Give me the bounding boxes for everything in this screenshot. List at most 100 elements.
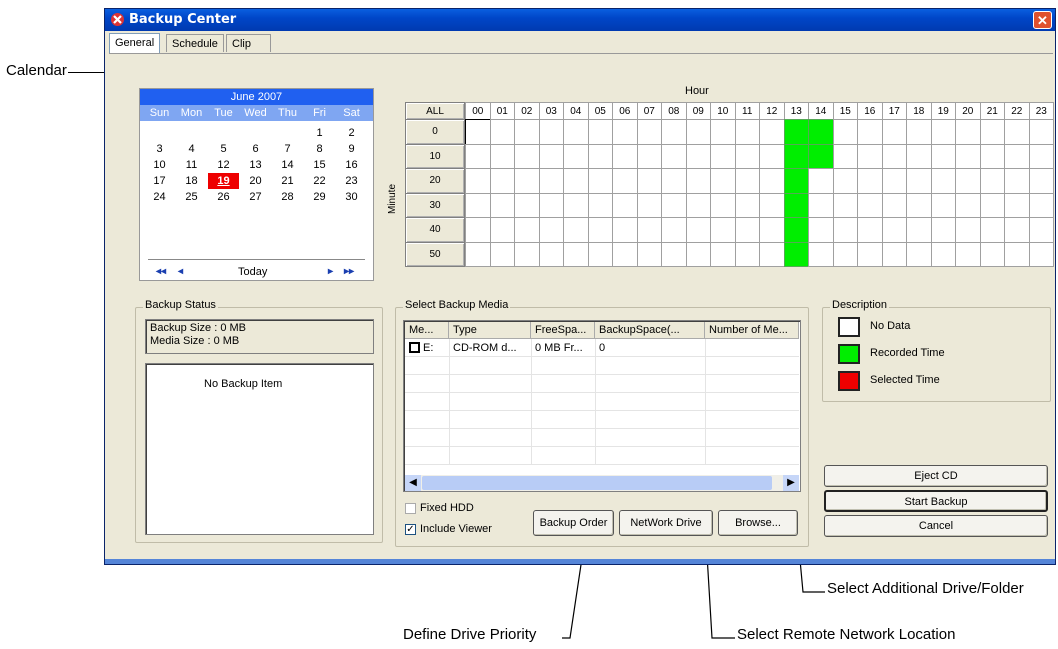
time-cell[interactable] [1004, 119, 1030, 145]
hour-header[interactable]: 19 [930, 102, 956, 120]
calendar-day[interactable]: 14 [272, 157, 303, 173]
time-cell[interactable] [832, 217, 858, 243]
time-cell[interactable] [783, 168, 809, 194]
time-cell[interactable] [465, 241, 491, 267]
browse-button[interactable]: Browse... [718, 510, 798, 536]
media-column-header[interactable]: Type [449, 322, 531, 338]
time-cell[interactable] [979, 143, 1005, 169]
time-cell[interactable] [612, 192, 638, 218]
calendar-day[interactable]: 15 [304, 157, 335, 173]
time-cell[interactable] [1028, 217, 1054, 243]
time-cell[interactable] [808, 192, 834, 218]
calendar-day[interactable]: 7 [272, 141, 303, 157]
time-cell[interactable] [1028, 143, 1054, 169]
calendar-day[interactable]: 30 [336, 189, 367, 205]
time-cell[interactable] [906, 168, 932, 194]
time-cell[interactable] [514, 119, 540, 145]
time-cell[interactable] [979, 192, 1005, 218]
media-listview[interactable]: Me... Type FreeSpa... BackupSpace(... Number… [403, 320, 801, 492]
time-cell[interactable] [881, 192, 907, 218]
time-cell[interactable] [489, 241, 515, 267]
time-cell[interactable] [710, 192, 736, 218]
minute-header[interactable]: 50 [405, 241, 465, 267]
include-viewer-checkbox[interactable]: ✓ [405, 524, 416, 535]
calendar-day[interactable]: 2 [336, 125, 367, 141]
time-cell[interactable] [587, 241, 613, 267]
time-cell[interactable] [661, 119, 687, 145]
time-cell[interactable] [930, 168, 956, 194]
hour-header[interactable]: 10 [710, 102, 736, 120]
hour-header[interactable]: 06 [612, 102, 638, 120]
time-cell[interactable] [783, 217, 809, 243]
today-button[interactable]: Today [238, 266, 267, 278]
time-cell[interactable] [538, 119, 564, 145]
hour-header[interactable]: 09 [685, 102, 711, 120]
time-cell[interactable] [759, 192, 785, 218]
hour-header[interactable]: 12 [759, 102, 785, 120]
media-column-header[interactable]: FreeSpa... [531, 322, 595, 338]
time-cell[interactable] [734, 241, 760, 267]
time-cell[interactable] [930, 192, 956, 218]
media-column-header[interactable]: Number of Me... [705, 322, 799, 338]
prev-month-icon[interactable]: ◂ [178, 266, 183, 277]
tab-general[interactable]: General [109, 33, 161, 53]
hour-header[interactable]: 01 [489, 102, 515, 120]
time-cell[interactable] [587, 119, 613, 145]
time-cell[interactable] [587, 143, 613, 169]
calendar-day[interactable]: 11 [176, 157, 207, 173]
backup-order-button[interactable]: Backup Order [533, 510, 614, 536]
start-backup-button[interactable]: Start Backup [824, 490, 1048, 512]
next-month-icon[interactable]: ▸ [328, 266, 333, 277]
time-cell[interactable] [489, 192, 515, 218]
calendar-day[interactable]: 3 [144, 141, 175, 157]
calendar-day[interactable]: 25 [176, 189, 207, 205]
time-cell[interactable] [710, 241, 736, 267]
time-cell[interactable] [465, 119, 491, 145]
hour-header[interactable]: 07 [636, 102, 662, 120]
time-cell[interactable] [906, 192, 932, 218]
time-cell[interactable] [783, 143, 809, 169]
time-cell[interactable] [759, 119, 785, 145]
time-cell[interactable] [636, 192, 662, 218]
time-cell[interactable] [783, 119, 809, 145]
calendar-day[interactable]: 18 [176, 173, 207, 189]
time-cell[interactable] [710, 217, 736, 243]
time-cell[interactable] [465, 143, 491, 169]
tab-schedule[interactable]: Schedule [166, 34, 224, 52]
time-cell[interactable] [881, 168, 907, 194]
time-cell[interactable] [514, 217, 540, 243]
time-cell[interactable] [661, 143, 687, 169]
media-cell[interactable]: CD-ROM d... [453, 339, 517, 357]
time-cell[interactable] [514, 143, 540, 169]
time-cell[interactable] [489, 217, 515, 243]
time-cell[interactable] [489, 168, 515, 194]
hour-header[interactable]: 08 [661, 102, 687, 120]
time-cell[interactable] [832, 168, 858, 194]
time-cell[interactable] [538, 241, 564, 267]
time-cell[interactable] [759, 217, 785, 243]
media-row-checkbox[interactable] [409, 342, 420, 353]
calendar-day[interactable]: 29 [304, 189, 335, 205]
time-cell[interactable] [979, 241, 1005, 267]
time-cell[interactable] [1028, 241, 1054, 267]
time-cell[interactable] [685, 192, 711, 218]
time-cell[interactable] [759, 143, 785, 169]
time-cell[interactable] [906, 143, 932, 169]
time-cell[interactable] [759, 168, 785, 194]
time-cell[interactable] [808, 241, 834, 267]
hour-header[interactable]: 14 [808, 102, 834, 120]
time-cell[interactable] [955, 119, 981, 145]
calendar-day[interactable]: 4 [176, 141, 207, 157]
horizontal-scrollbar[interactable]: ◀ ▶ [405, 475, 799, 491]
calendar-day[interactable]: 1 [304, 125, 335, 141]
time-cell[interactable] [489, 119, 515, 145]
hour-header[interactable]: 18 [906, 102, 932, 120]
time-cell[interactable] [955, 143, 981, 169]
time-cell[interactable] [685, 241, 711, 267]
prev-year-icon[interactable]: ◂◂ [156, 266, 166, 277]
calendar-day[interactable]: 23 [336, 173, 367, 189]
time-cell[interactable] [612, 241, 638, 267]
time-cell[interactable] [1028, 119, 1054, 145]
time-cell[interactable] [685, 119, 711, 145]
hour-header[interactable]: 02 [514, 102, 540, 120]
